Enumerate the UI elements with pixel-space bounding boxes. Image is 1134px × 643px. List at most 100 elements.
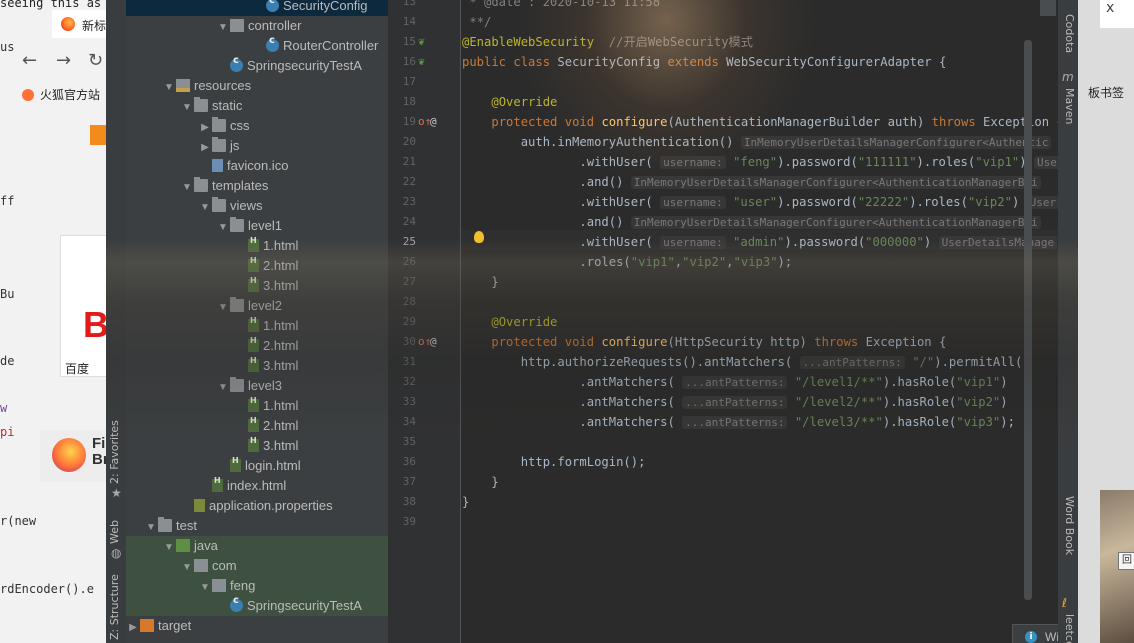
code-line[interactable]: } bbox=[462, 492, 469, 512]
tree-item[interactable]: 1.html bbox=[126, 396, 388, 416]
tree-item[interactable]: ▼ static bbox=[126, 96, 388, 116]
tree-item[interactable]: 1.html bbox=[126, 236, 388, 256]
tree-item[interactable]: ▶ css bbox=[126, 116, 388, 136]
code-line[interactable]: protected void configure(HttpSecurity ht… bbox=[462, 332, 946, 352]
tree-item[interactable]: 3.html bbox=[126, 276, 388, 296]
editor-scrollbar[interactable] bbox=[1024, 40, 1032, 600]
tree-item[interactable]: ▼ level3 bbox=[126, 376, 388, 396]
tree-item[interactable]: index.html bbox=[126, 476, 388, 496]
tree-item[interactable]: ▶ target bbox=[126, 616, 388, 636]
code-line[interactable]: * @date : 2020-10-13 11:58 bbox=[462, 0, 660, 12]
expand-arrow-icon[interactable]: ▼ bbox=[216, 298, 230, 318]
code-line[interactable]: @EnableWebSecurity //开启WebSecurity模式 bbox=[462, 32, 753, 52]
browser-tab[interactable]: 新标 bbox=[52, 10, 106, 38]
code-line[interactable]: http.authorizeRequests().antMatchers( ..… bbox=[462, 352, 1030, 372]
close-icon[interactable]: x bbox=[1106, 0, 1114, 16]
code-line[interactable]: protected void configure(AuthenticationM… bbox=[462, 112, 1063, 132]
code-line[interactable]: http.formLogin(); bbox=[462, 452, 646, 472]
expand-arrow-icon[interactable]: ▼ bbox=[162, 538, 176, 558]
code-line[interactable]: .withUser( username: "user").password("2… bbox=[462, 192, 1060, 212]
tree-item[interactable]: SpringsecurityTestA bbox=[126, 595, 388, 616]
code-line[interactable]: **/ bbox=[462, 12, 491, 32]
expand-arrow-icon[interactable]: ▼ bbox=[198, 198, 212, 218]
expand-arrow-icon[interactable]: ▼ bbox=[180, 178, 194, 198]
bookmark-item[interactable]: 火狐官方站 bbox=[22, 86, 100, 103]
orange-button[interactable] bbox=[90, 125, 106, 145]
tree-item[interactable]: ▼ views bbox=[126, 196, 388, 216]
collapse-arrow-icon[interactable]: ▶ bbox=[126, 618, 140, 638]
leetcode-icon[interactable]: ℓ bbox=[1062, 596, 1067, 610]
reload-icon[interactable]: ↻ bbox=[88, 50, 103, 71]
globe-icon[interactable]: ◍ bbox=[111, 546, 121, 560]
code-line[interactable]: .antMatchers( ...antPatterns: "/level2/*… bbox=[462, 392, 1008, 412]
code-line[interactable]: auth.inMemoryAuthentication() InMemoryUs… bbox=[462, 132, 1052, 152]
tree-item[interactable]: ▼ templates bbox=[126, 176, 388, 196]
code-line[interactable]: @Override bbox=[462, 92, 557, 112]
expand-arrow-icon[interactable]: ▼ bbox=[216, 218, 230, 238]
code-line[interactable]: } bbox=[462, 272, 498, 292]
maven-icon[interactable]: m bbox=[1062, 70, 1074, 84]
tree-item[interactable]: ▼ com bbox=[126, 556, 388, 576]
tree-item[interactable]: ▼ level1 bbox=[126, 216, 388, 236]
expand-arrow-icon[interactable]: ▼ bbox=[216, 378, 230, 398]
window-control[interactable] bbox=[1040, 0, 1056, 16]
collapse-arrow-icon[interactable]: ▶ bbox=[198, 118, 212, 138]
spring-bean-icon[interactable]: ❦ bbox=[418, 52, 425, 72]
expand-arrow-icon[interactable]: ▼ bbox=[144, 518, 158, 538]
maven-tool-tab[interactable]: Maven bbox=[1063, 88, 1076, 124]
firefox-promo-card[interactable]: Fi Br bbox=[40, 430, 106, 482]
annotation-marker-icon[interactable]: @ bbox=[430, 332, 437, 352]
tree-item[interactable]: 2.html bbox=[126, 416, 388, 436]
tree-item[interactable]: RouterController bbox=[126, 35, 388, 56]
expand-arrow-icon[interactable]: ▼ bbox=[216, 18, 230, 38]
codota-tool-tab[interactable]: Codota bbox=[1063, 14, 1076, 53]
tree-item[interactable]: ▼ level2 bbox=[126, 296, 388, 316]
code-line[interactable]: .antMatchers( ...antPatterns: "/level3/*… bbox=[462, 412, 1015, 432]
code-line[interactable]: .antMatchers( ...antPatterns: "/level1/*… bbox=[462, 372, 1008, 392]
star-icon[interactable]: ★ bbox=[111, 486, 122, 500]
code-line[interactable]: .roles("vip1","vip2","vip3"); bbox=[462, 252, 792, 272]
code-fragment: r(new bbox=[0, 514, 37, 528]
forward-arrow-icon[interactable]: → bbox=[56, 50, 71, 71]
tree-item[interactable]: SpringsecurityTestA bbox=[126, 55, 388, 76]
code-editor[interactable]: ❦ ❦ o↑ @ o↑ @ 13 * @date : 2020-10-13 11… bbox=[388, 0, 1078, 643]
tree-item[interactable]: ▼ java bbox=[126, 536, 388, 556]
tree-item[interactable]: ▼ controller bbox=[126, 16, 388, 36]
tree-item-label: 2.html bbox=[263, 338, 299, 353]
tree-item[interactable]: login.html bbox=[126, 456, 388, 476]
structure-tool-tab[interactable]: Z: Structure bbox=[108, 574, 121, 640]
code-line[interactable]: .and() InMemoryUserDetailsManagerConfigu… bbox=[462, 172, 1041, 192]
code-line[interactable]: public class SecurityConfig extends WebS… bbox=[462, 52, 946, 72]
tree-item[interactable]: favicon.ico bbox=[126, 156, 388, 176]
tree-item[interactable]: ▼ feng bbox=[126, 576, 388, 596]
tree-item[interactable]: 2.html bbox=[126, 336, 388, 356]
code-line[interactable]: .and() InMemoryUserDetailsManagerConfigu… bbox=[462, 212, 1041, 232]
tree-item[interactable]: application.properties bbox=[126, 496, 388, 516]
tree-item[interactable]: ▶ js bbox=[126, 136, 388, 156]
code-line[interactable]: .withUser( username: "admin").password("… bbox=[462, 232, 1058, 252]
code-line[interactable]: @Override bbox=[462, 312, 557, 332]
baidu-tile[interactable]: B 百度 bbox=[60, 235, 106, 377]
annotation-marker-icon[interactable]: @ bbox=[430, 112, 437, 132]
leetcode-tool-tab[interactable]: leetco bbox=[1063, 614, 1076, 643]
tree-item[interactable]: 3.html bbox=[126, 436, 388, 456]
tree-item[interactable]: 2.html bbox=[126, 256, 388, 276]
spring-bean-icon[interactable]: ❦ bbox=[418, 32, 425, 52]
favorites-tool-tab[interactable]: 2: Favorites bbox=[108, 420, 121, 484]
tree-item[interactable]: 3.html bbox=[126, 356, 388, 376]
back-arrow-icon[interactable]: ← bbox=[22, 50, 37, 71]
expand-arrow-icon[interactable]: ▼ bbox=[162, 78, 176, 98]
tree-item[interactable]: ▼ resources bbox=[126, 76, 388, 96]
tree-item[interactable]: ▼ test bbox=[126, 516, 388, 536]
expand-arrow-icon[interactable]: ▼ bbox=[180, 98, 194, 118]
window-button[interactable]: 回 bbox=[1118, 552, 1134, 570]
tree-item[interactable]: SecurityConfig bbox=[126, 0, 388, 16]
code-line[interactable]: } bbox=[462, 472, 498, 492]
tree-item[interactable]: 1.html bbox=[126, 316, 388, 336]
code-line[interactable]: .withUser( username: "feng").password("1… bbox=[462, 152, 1067, 172]
expand-arrow-icon[interactable]: ▼ bbox=[180, 558, 194, 578]
collapse-arrow-icon[interactable]: ▶ bbox=[198, 138, 212, 158]
web-tool-tab[interactable]: Web bbox=[108, 520, 121, 544]
expand-arrow-icon[interactable]: ▼ bbox=[198, 578, 212, 598]
word-book-tool-tab[interactable]: Word Book bbox=[1063, 496, 1076, 555]
